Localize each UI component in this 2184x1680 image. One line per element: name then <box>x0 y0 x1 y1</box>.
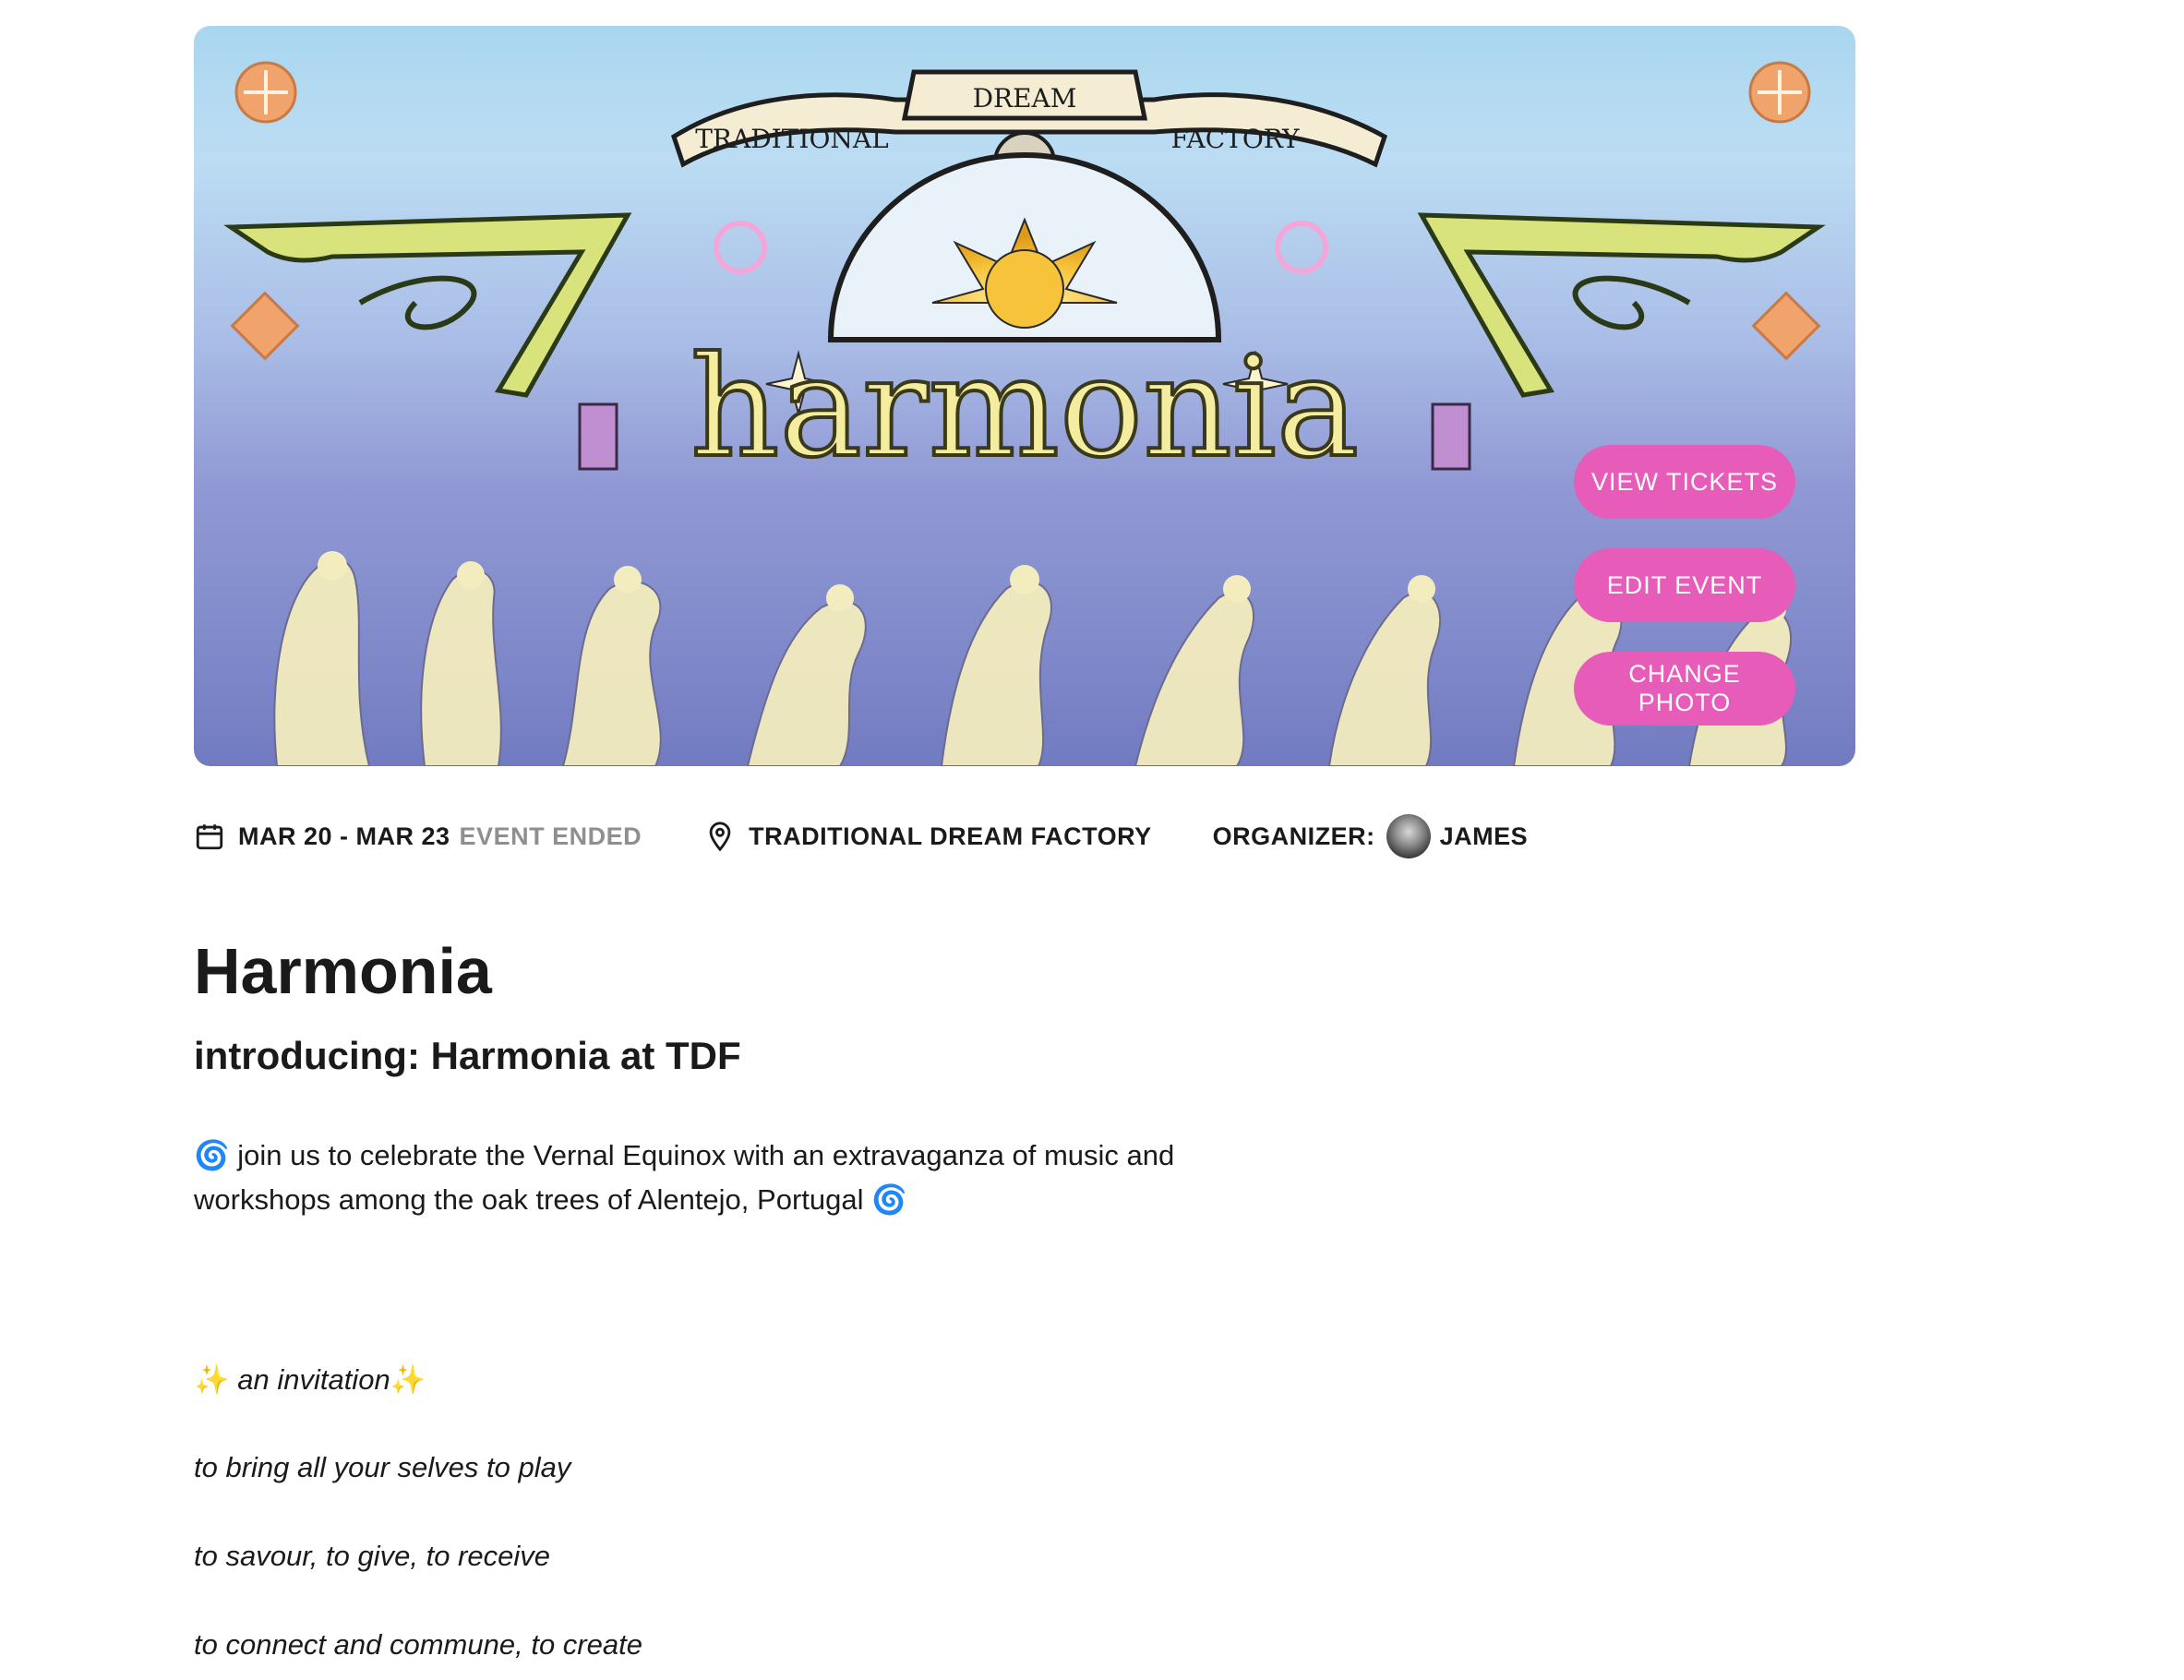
calendar-icon <box>194 821 225 852</box>
harmonia-wordmark: harmonia <box>690 328 1359 488</box>
change-photo-button[interactable]: CHANGE PHOTO <box>1574 652 1795 726</box>
ribbon-right-text: FACTORY <box>1171 124 1300 154</box>
hero-actions: VIEW TICKETS EDIT EVENT CHANGE PHOTO <box>1574 445 1795 726</box>
event-page: TRADITIONAL DREAM FACTORY harmonia VIEW … <box>0 0 2184 1680</box>
organizer-label: ORGANIZER: <box>1212 822 1375 850</box>
invitation-line: ✨ an invitation✨ <box>194 1362 426 1397</box>
event-organizer[interactable]: ORGANIZER: JAMES <box>1213 814 1529 858</box>
poem-line: to savour, to give, to receive <box>194 1540 550 1572</box>
event-cover-image: TRADITIONAL DREAM FACTORY harmonia VIEW … <box>194 26 1855 766</box>
ribbon-left-text: TRADITIONAL <box>695 124 889 154</box>
event-title: Harmonia <box>194 935 492 1007</box>
spiral-icon: 🌀 <box>194 1139 230 1171</box>
location-name: TRADITIONAL DREAM FACTORY <box>749 822 1152 850</box>
event-description: 🌀 join us to celebrate the Vernal Equino… <box>194 1134 1209 1222</box>
poem-line: to connect and commune, to create <box>194 1628 642 1661</box>
sparkles-icon: ✨ <box>390 1363 426 1396</box>
event-subtitle: introducing: Harmonia at TDF <box>194 1034 741 1077</box>
view-tickets-button[interactable]: VIEW TICKETS <box>1574 445 1795 519</box>
organizer-avatar <box>1386 814 1431 858</box>
organizer-name: JAMES <box>1439 822 1529 850</box>
poem-line: to bring all your selves to play <box>194 1451 571 1483</box>
spiral-icon: 🌀 <box>871 1183 907 1216</box>
edit-event-button[interactable]: EDIT EVENT <box>1574 548 1795 622</box>
event-location[interactable]: TRADITIONAL DREAM FACTORY <box>704 821 1152 852</box>
event-date: MAR 20 - MAR 23 EVENT ENDED <box>194 821 642 852</box>
description-text: join us to celebrate the Vernal Equinox … <box>194 1139 1175 1216</box>
ribbon-center-text: DREAM <box>973 83 1077 114</box>
event-status: EVENT ENDED <box>459 822 642 850</box>
invitation-text: an invitation <box>237 1363 390 1396</box>
location-pin-icon <box>704 821 736 852</box>
date-range: MAR 20 - MAR 23 <box>238 822 450 850</box>
event-meta-row: MAR 20 - MAR 23 EVENT ENDED TRADITIONAL … <box>194 814 1528 858</box>
sparkles-icon: ✨ <box>194 1363 230 1396</box>
